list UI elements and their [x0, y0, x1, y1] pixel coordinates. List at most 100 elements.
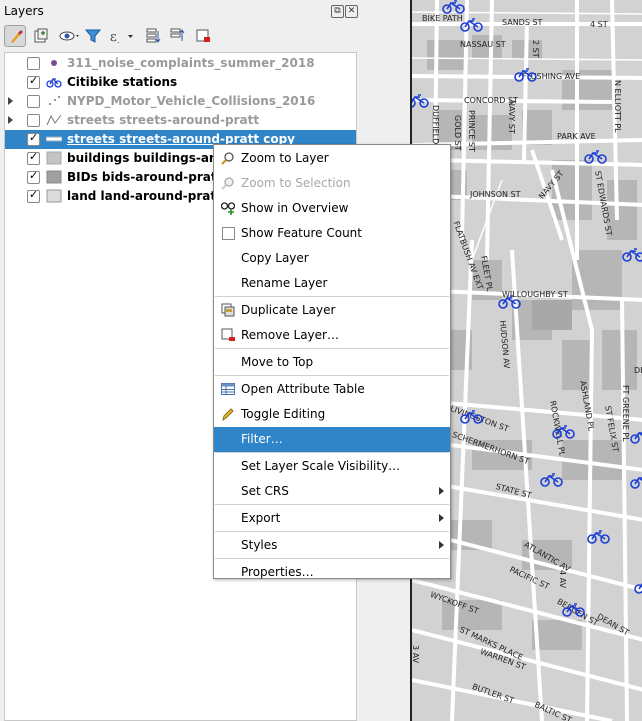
menu-item-export[interactable]: Export — [214, 506, 450, 531]
menu-separator — [215, 531, 449, 532]
street-label: 4 ST — [590, 20, 608, 29]
menu-item-label: Move to Top — [241, 355, 314, 369]
menu-item-show-feature-count[interactable]: Show Feature Count — [214, 221, 450, 246]
citibike-station-icon[interactable] — [630, 430, 642, 447]
add-group-button[interactable] — [30, 25, 52, 47]
menu-item-label: Copy Layer — [241, 251, 309, 265]
style-manager-button[interactable] — [4, 25, 26, 47]
menu-item-properties[interactable]: Properties… — [214, 560, 450, 585]
layer-row[interactable]: ✓ Citibike stations — [5, 73, 356, 92]
layer-row[interactable]: 311_noise_complaints_summer_2018 — [5, 54, 356, 73]
remove-icon — [221, 328, 235, 342]
filter-legend-button[interactable] — [82, 25, 104, 47]
menu-item-label: Rename Layer — [241, 276, 328, 290]
collapse-all-button[interactable] — [167, 25, 189, 47]
menu-item-label: Zoom to Selection — [241, 176, 351, 190]
menu-item-zoom-to-layer[interactable]: Zoom to Layer — [214, 146, 450, 171]
layer-visibility-checkbox[interactable]: ✓ — [27, 188, 40, 203]
menu-item-label: Set Layer Scale Visibility… — [241, 459, 401, 473]
float-panel-button[interactable]: ⧉ — [331, 5, 344, 18]
menu-item-remove-layer[interactable]: Remove Layer… — [214, 323, 450, 348]
menu-item-label: Show in Overview — [241, 201, 349, 215]
layer-visibility-checkbox[interactable] — [27, 57, 40, 70]
checkmark-icon: ✓ — [29, 188, 39, 201]
citibike-station-icon[interactable] — [460, 18, 484, 35]
layer-row[interactable]: streets streets-around-pratt — [5, 111, 356, 130]
add-group-icon — [34, 28, 48, 43]
street-label: SANDS ST — [502, 18, 543, 27]
point-symbol-icon — [46, 56, 62, 70]
layer-visibility-checkbox[interactable]: ✓ — [27, 131, 40, 146]
citibike-station-icon[interactable] — [630, 475, 642, 492]
expand-all-icon — [146, 28, 161, 43]
menu-item-zoom-to-selection: Zoom to Selection — [214, 171, 450, 196]
layer-visibility-checkbox[interactable]: ✓ — [27, 150, 40, 165]
street-label: 2 ST — [531, 40, 540, 58]
expression-filter-button[interactable]: ε. — [106, 25, 136, 47]
citibike-station-icon[interactable] — [587, 530, 611, 547]
panel-title: Layers — [4, 4, 44, 18]
menu-separator — [215, 452, 449, 453]
citibike-station-icon[interactable] — [562, 603, 586, 620]
citibike-station-icon[interactable] — [498, 295, 522, 312]
menu-item-label: Show Feature Count — [241, 226, 362, 240]
collapse-all-icon — [170, 28, 185, 41]
overview-icon — [220, 201, 236, 215]
menu-item-label: Export — [241, 511, 281, 525]
citibike-station-icon[interactable] — [514, 68, 538, 85]
menu-separator — [215, 348, 449, 349]
street-label: NASSAU ST — [460, 40, 506, 49]
feature-count-checkbox[interactable] — [222, 227, 235, 240]
checkmark-icon: ✓ — [29, 131, 39, 144]
svg-text:ε: ε — [110, 30, 117, 44]
citibike-station-icon[interactable] — [540, 473, 564, 490]
menu-item-filter[interactable]: Filter… — [214, 427, 450, 452]
menu-item-move-to-top[interactable]: Move to Top — [214, 350, 450, 375]
menu-item-toggle-editing[interactable]: Toggle Editing — [214, 402, 450, 427]
citibike-station-icon[interactable] — [460, 410, 484, 427]
menu-item-set-layer-scale-visibility[interactable]: Set Layer Scale Visibility… — [214, 454, 450, 479]
street-label: 3 AV — [411, 645, 420, 664]
layer-visibility-checkbox[interactable] — [27, 114, 40, 127]
menu-item-open-attribute-table[interactable]: Open Attribute Table — [214, 377, 450, 402]
street-label: N ELLIOTT PL — [613, 80, 622, 133]
close-panel-button[interactable]: ✕ — [345, 5, 358, 18]
bicycle-icon — [46, 75, 62, 89]
layer-visibility-checkbox[interactable] — [27, 95, 40, 108]
citibike-station-icon[interactable] — [552, 425, 576, 442]
menu-item-set-crs[interactable]: Set CRS — [214, 479, 450, 504]
citibike-station-icon[interactable] — [412, 94, 430, 111]
expand-arrow-icon[interactable] — [8, 97, 13, 105]
layer-label: BIDs bids-around-pratt — [67, 170, 223, 184]
paintbrush-icon — [11, 30, 23, 43]
citibike-station-icon[interactable] — [622, 248, 642, 265]
street-label: PARK AVE — [557, 132, 596, 141]
layer-label: land land-around-pratt — [67, 189, 222, 203]
citibike-station-icon[interactable] — [584, 150, 608, 167]
menu-item-label: Zoom to Layer — [241, 151, 329, 165]
expand-all-button[interactable] — [143, 25, 165, 47]
menu-item-label: Filter… — [241, 432, 283, 446]
citibike-station-icon[interactable] — [442, 0, 466, 17]
duplicate-icon — [221, 303, 235, 317]
menu-separator — [215, 558, 449, 559]
line-symbol-icon — [46, 113, 62, 127]
street-label: DE — [634, 366, 642, 375]
menu-item-rename-layer[interactable]: Rename Layer — [214, 271, 450, 296]
layer-visibility-checkbox[interactable]: ✓ — [27, 169, 40, 184]
visibility-button[interactable] — [56, 25, 84, 47]
eye-icon — [59, 31, 79, 41]
menu-separator — [215, 296, 449, 297]
menu-item-styles[interactable]: Styles — [214, 533, 450, 558]
citibike-station-icon[interactable] — [634, 580, 642, 597]
layer-row[interactable]: NYPD_Motor_Vehicle_Collisions_2016 — [5, 92, 356, 111]
menu-item-duplicate-layer[interactable]: Duplicate Layer — [214, 298, 450, 323]
layer-label: 311_noise_complaints_summer_2018 — [67, 56, 315, 70]
layer-visibility-checkbox[interactable]: ✓ — [27, 74, 40, 89]
submenu-arrow-icon — [439, 487, 444, 495]
remove-layer-button[interactable] — [192, 25, 214, 47]
expand-arrow-icon[interactable] — [8, 116, 13, 124]
fill-symbol-icon — [46, 151, 62, 165]
menu-item-show-in-overview[interactable]: Show in Overview — [214, 196, 450, 221]
menu-item-copy-layer[interactable]: Copy Layer — [214, 246, 450, 271]
